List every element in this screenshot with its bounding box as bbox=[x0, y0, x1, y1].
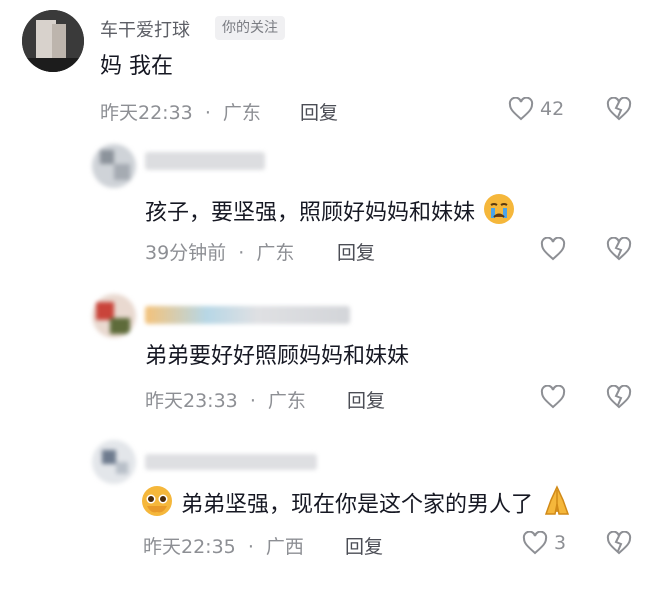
separator: · bbox=[249, 390, 256, 412]
comment-time: 昨天22:35 bbox=[143, 536, 236, 558]
dislike-icon[interactable] bbox=[606, 531, 632, 555]
reply-button[interactable]: 回复 bbox=[345, 532, 383, 559]
pleading-face-icon bbox=[140, 484, 174, 527]
comment-time: 昨天22:33 bbox=[100, 102, 193, 124]
like-button[interactable] bbox=[540, 385, 572, 409]
folded-hands-icon bbox=[540, 484, 574, 527]
comment-meta: 昨天22:33 · 广东 bbox=[100, 98, 261, 125]
avatar[interactable] bbox=[92, 144, 136, 188]
comment-text: 弟弟坚强，现在你是这个家的男人了 bbox=[140, 484, 574, 527]
avatar[interactable] bbox=[92, 440, 136, 484]
comment-time: 39分钟前 bbox=[145, 242, 227, 264]
avatar-image bbox=[22, 10, 84, 72]
comment-item: 车干爱打球 你的关注 妈 我在 昨天22:33 · 广东 回复 42 bbox=[0, 0, 660, 130]
comment-time: 昨天23:33 bbox=[145, 390, 238, 412]
avatar[interactable] bbox=[22, 10, 84, 72]
comment-item: 弟弟要好好照顾妈妈和妹妹 昨天23:33 · 广东 回复 bbox=[0, 290, 660, 420]
username[interactable] bbox=[145, 306, 350, 324]
avatar-image bbox=[92, 144, 136, 188]
comment-item: 孩子，要坚强，照顾好妈妈和妹妹 39分钟前 · 广东 回复 bbox=[0, 140, 660, 270]
reply-button[interactable]: 回复 bbox=[337, 238, 375, 265]
comment-text: 弟弟要好好照顾妈妈和妹妹 bbox=[145, 344, 410, 369]
like-button[interactable]: 3 bbox=[522, 531, 566, 555]
reply-button[interactable]: 回复 bbox=[300, 98, 338, 125]
comment-text: 孩子，要坚强，照顾好妈妈和妹妹 bbox=[145, 192, 516, 235]
username[interactable] bbox=[145, 454, 317, 470]
username[interactable]: 车干爱打球 bbox=[100, 16, 190, 42]
avatar-image bbox=[92, 294, 136, 338]
avatar-image bbox=[92, 440, 136, 484]
avatar[interactable] bbox=[92, 294, 136, 338]
heart-icon bbox=[540, 237, 566, 261]
separator: · bbox=[238, 242, 245, 264]
dislike-icon[interactable] bbox=[606, 97, 632, 121]
like-button[interactable] bbox=[540, 237, 572, 261]
comment-meta: 昨天22:35 · 广西 bbox=[143, 532, 304, 559]
dislike-icon[interactable] bbox=[606, 237, 632, 261]
reply-button[interactable]: 回复 bbox=[347, 386, 385, 413]
comment-meta: 昨天23:33 · 广东 bbox=[145, 386, 306, 413]
heart-icon bbox=[522, 531, 548, 555]
heart-icon bbox=[508, 97, 534, 121]
comment-meta: 39分钟前 · 广东 bbox=[145, 238, 294, 265]
dislike-icon[interactable] bbox=[606, 385, 632, 409]
like-count: 3 bbox=[554, 532, 567, 554]
comment-location: 广东 bbox=[267, 390, 306, 412]
username[interactable] bbox=[145, 152, 265, 170]
following-tag: 你的关注 bbox=[215, 16, 285, 40]
crying-face-icon bbox=[482, 192, 516, 235]
comment-location: 广东 bbox=[222, 102, 261, 124]
heart-icon bbox=[540, 385, 566, 409]
separator: · bbox=[204, 102, 211, 124]
like-count: 42 bbox=[540, 98, 565, 120]
comment-location: 广西 bbox=[265, 536, 304, 558]
comment-location: 广东 bbox=[256, 242, 295, 264]
like-button[interactable]: 42 bbox=[508, 97, 564, 121]
comment-item: 弟弟坚强，现在你是这个家的男人了 昨天22:35 · 广西 回复 3 bbox=[0, 438, 660, 592]
separator: · bbox=[247, 536, 254, 558]
comment-text: 妈 我在 bbox=[100, 54, 173, 79]
